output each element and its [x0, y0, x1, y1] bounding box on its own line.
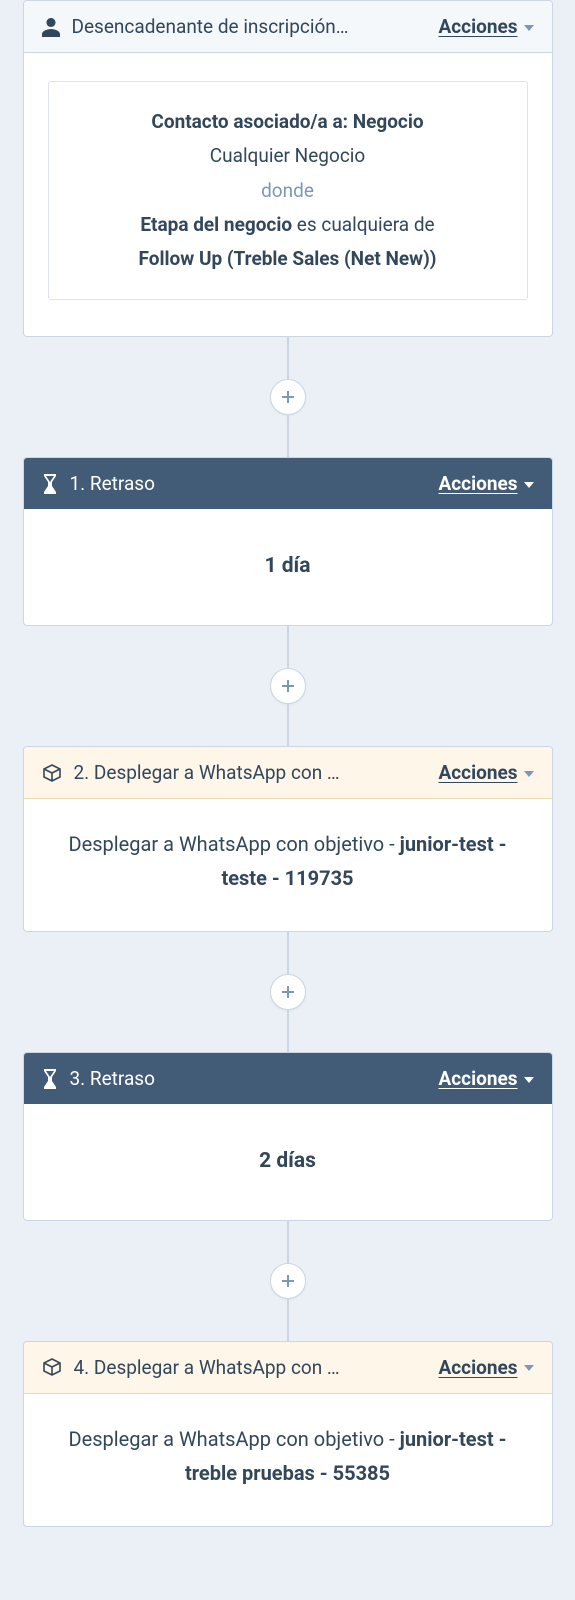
trigger-condition-box: Contacto asociado/a a: Negocio Cualquier… [48, 81, 528, 300]
condition-line: Contacto asociado/a a: Negocio [67, 106, 509, 138]
chevron-down-icon [524, 1077, 534, 1083]
actions-menu[interactable]: Acciones [439, 1067, 534, 1090]
step-title: 2. Desplegar a WhatsApp con … [74, 761, 340, 784]
chevron-down-icon [524, 25, 534, 31]
connector [287, 1010, 289, 1052]
connector [287, 932, 289, 974]
step-card: 3. Retraso Acciones 2 días [23, 1052, 553, 1221]
cube-icon [42, 763, 62, 783]
add-step-button[interactable] [270, 1263, 306, 1299]
actions-label: Acciones [439, 15, 518, 38]
add-step-button[interactable] [270, 379, 306, 415]
connector [287, 704, 289, 746]
actions-label: Acciones [439, 761, 518, 784]
connector [287, 1299, 289, 1341]
condition-line: Follow Up (Treble Sales (Net New)) [67, 243, 509, 275]
actions-menu[interactable]: Acciones [439, 472, 534, 495]
step-header[interactable]: 1. Retraso Acciones [24, 458, 552, 509]
step-card: 4. Desplegar a WhatsApp con … Acciones D… [23, 1341, 553, 1527]
connector [287, 1221, 289, 1263]
cube-icon [42, 1357, 62, 1377]
actions-label: Acciones [439, 1356, 518, 1379]
connector [287, 337, 289, 379]
step-title: 3. Retraso [70, 1067, 155, 1090]
step-title: 1. Retraso [70, 472, 155, 495]
step-body: Desplegar a WhatsApp con objetivo - juni… [48, 827, 528, 895]
step-body: 1 día [48, 549, 528, 585]
step-body: Desplegar a WhatsApp con objetivo - juni… [48, 1422, 528, 1490]
chevron-down-icon [524, 1365, 534, 1371]
chevron-down-icon [524, 482, 534, 488]
step-header[interactable]: 2. Desplegar a WhatsApp con … Acciones [24, 747, 552, 799]
trigger-title: Desencadenante de inscripción… [72, 15, 349, 38]
actions-menu[interactable]: Acciones [439, 15, 534, 38]
trigger-card: Desencadenante de inscripción… Acciones … [23, 0, 553, 337]
actions-menu[interactable]: Acciones [439, 1356, 534, 1379]
step-body: 2 días [48, 1144, 528, 1180]
step-header[interactable]: 4. Desplegar a WhatsApp con … Acciones [24, 1342, 552, 1394]
add-step-button[interactable] [270, 668, 306, 704]
actions-label: Acciones [439, 1067, 518, 1090]
person-icon [42, 17, 60, 37]
condition-line: Cualquier Negocio [67, 140, 509, 172]
step-header[interactable]: 3. Retraso Acciones [24, 1053, 552, 1104]
hourglass-icon [42, 474, 58, 494]
hourglass-icon [42, 1069, 58, 1089]
step-card: 2. Desplegar a WhatsApp con … Acciones D… [23, 746, 553, 932]
actions-label: Acciones [439, 472, 518, 495]
actions-menu[interactable]: Acciones [439, 761, 534, 784]
trigger-header[interactable]: Desencadenante de inscripción… Acciones [24, 1, 552, 53]
chevron-down-icon [524, 771, 534, 777]
add-step-button[interactable] [270, 974, 306, 1010]
connector [287, 415, 289, 457]
step-card: 1. Retraso Acciones 1 día [23, 457, 553, 626]
condition-line: donde [67, 175, 509, 207]
step-title: 4. Desplegar a WhatsApp con … [74, 1356, 340, 1379]
connector [287, 626, 289, 668]
condition-line: Etapa del negocio es cualquiera de [67, 209, 509, 241]
